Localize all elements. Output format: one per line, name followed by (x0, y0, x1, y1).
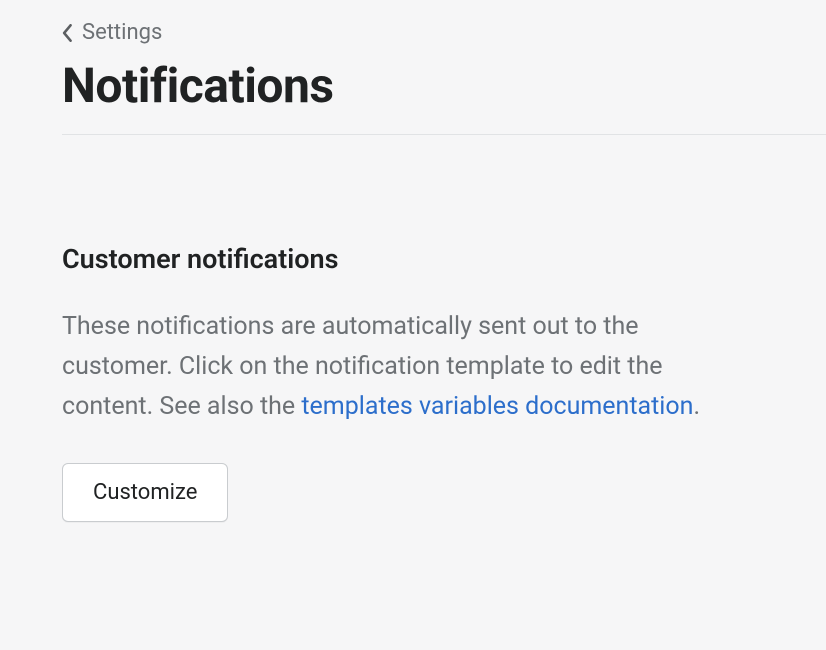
page-title: Notifications (62, 57, 826, 114)
customer-notifications-section: Customer notifications These notificatio… (62, 135, 702, 522)
breadcrumb-back[interactable]: Settings (62, 20, 826, 45)
description-text-post: . (693, 392, 700, 421)
breadcrumb-label: Settings (82, 20, 162, 45)
page-container: Settings Notifications Customer notifica… (0, 0, 826, 522)
customize-button[interactable]: Customize (62, 463, 228, 522)
templates-variables-link[interactable]: templates variables documentation (301, 392, 693, 421)
section-heading: Customer notifications (62, 243, 702, 275)
chevron-left-icon (62, 24, 74, 42)
section-description: These notifications are automatically se… (62, 307, 702, 427)
